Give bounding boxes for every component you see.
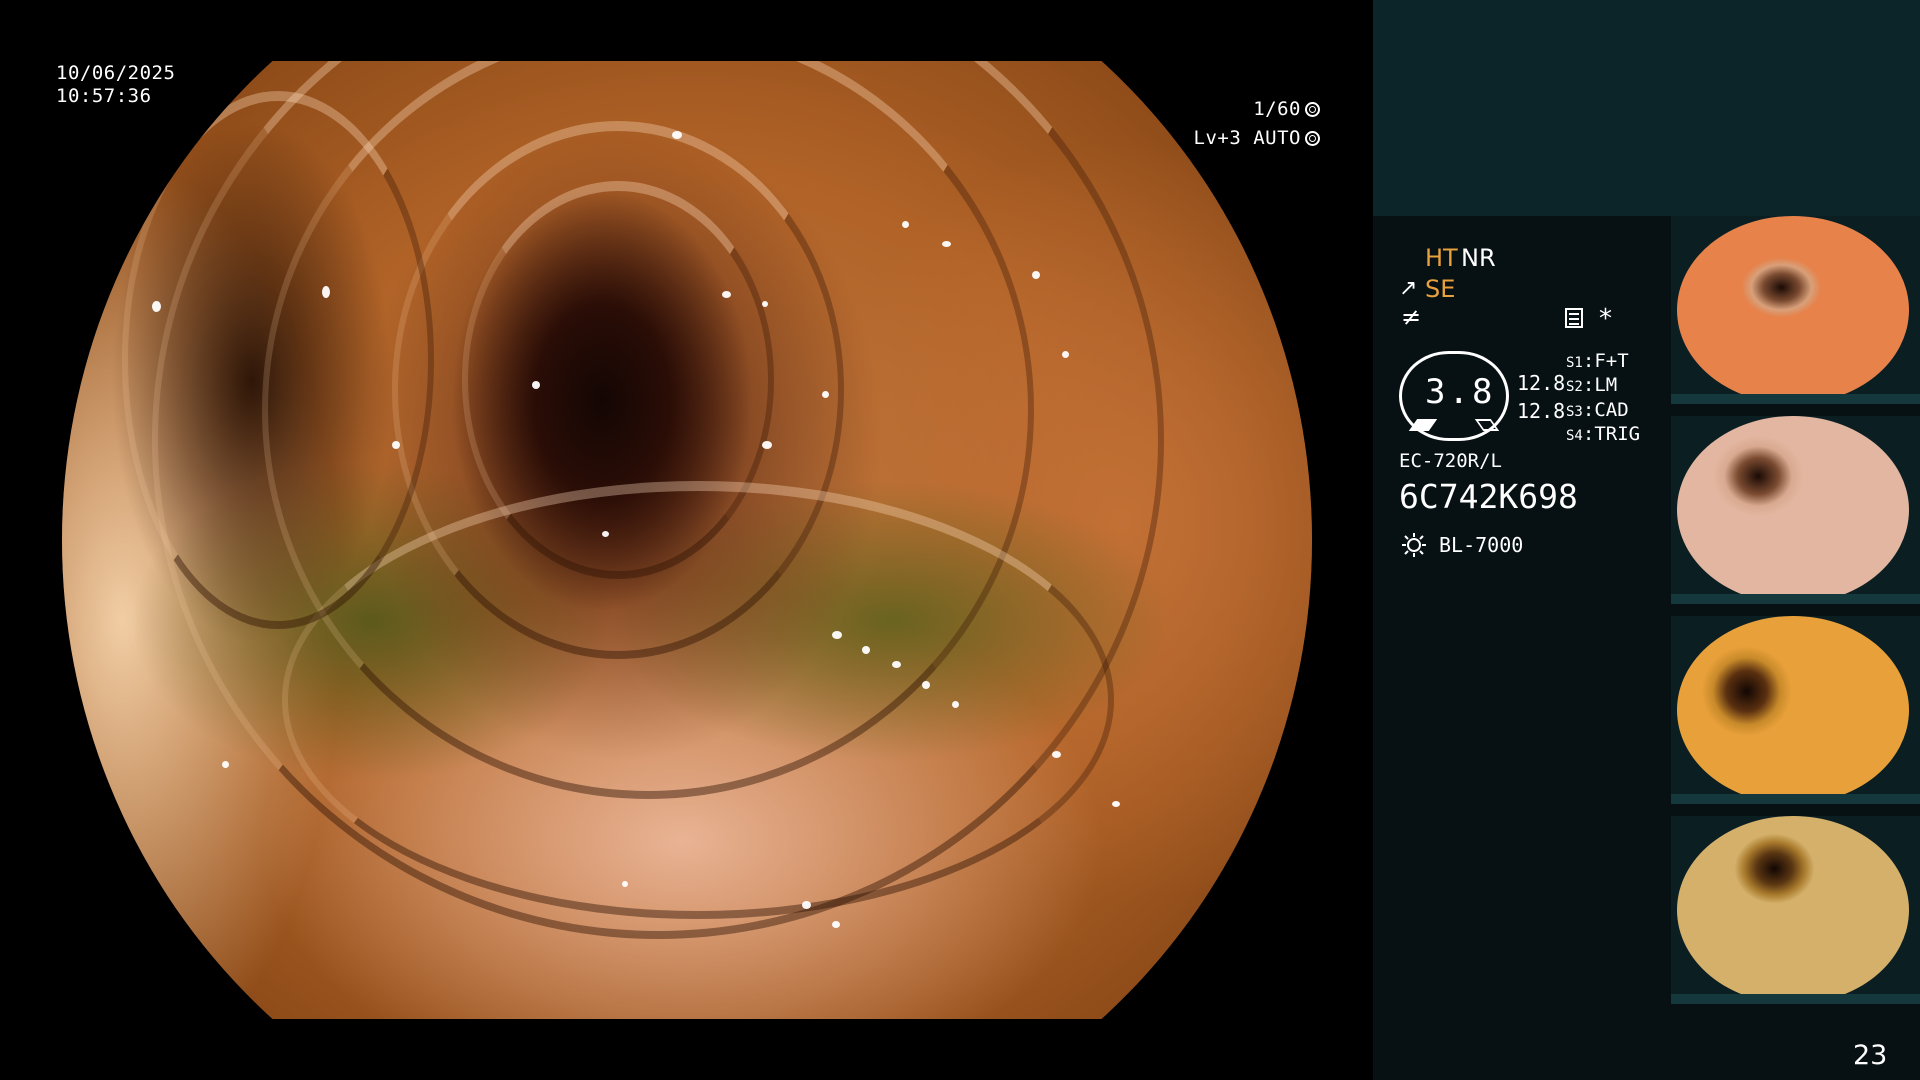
time-text: 10:57:36: [56, 85, 152, 107]
mucosal-fold: [122, 91, 434, 629]
datetime-readout: 10/06/2025 10:57:36: [56, 62, 175, 108]
light-reflection: [532, 381, 540, 389]
light-reflection: [152, 301, 161, 312]
iris-icon: [1305, 131, 1320, 146]
slot-key: S3: [1566, 404, 1583, 420]
light-reflection: [622, 881, 628, 887]
light-reflection: [222, 761, 229, 768]
light-reflection: [942, 241, 951, 247]
light-reflection: [902, 221, 909, 228]
capture-thumbnail[interactable]: [1671, 816, 1920, 1004]
endoscope-main-view: [62, 61, 1312, 1019]
enhancement-icon: ↗: [1399, 276, 1418, 301]
thumbnail-image: [1677, 216, 1909, 404]
page-number: 23: [1853, 1040, 1888, 1071]
light-reflection: [922, 681, 930, 689]
light-reflection: [832, 631, 842, 639]
light-reflection: [1112, 801, 1120, 807]
light-source-icon: [1402, 533, 1426, 557]
gauge-value-a: 12.8: [1517, 371, 1566, 395]
slot-key: S1: [1566, 355, 1583, 371]
scope-model: EC-720R/L: [1399, 450, 1502, 472]
slot-s1: S1:F+T: [1566, 350, 1629, 372]
light-reflection: [832, 921, 840, 928]
capture-thumbnail[interactable]: [1671, 216, 1920, 404]
light-reflection: [762, 301, 768, 307]
shutter-icon: [1305, 102, 1320, 117]
se-indicator: SE: [1425, 275, 1456, 303]
panel-header-area: [1373, 0, 1920, 216]
slot-key: S2: [1566, 379, 1583, 395]
scope-serial: 6C742K698: [1399, 477, 1578, 516]
capture-thumbnail[interactable]: [1671, 416, 1920, 604]
thumbnail-image: [1677, 616, 1909, 804]
light-reflection: [672, 131, 682, 139]
light-source-label: BL-7000: [1439, 533, 1524, 557]
light-reflection: [322, 286, 330, 298]
nr-indicator: NR: [1461, 244, 1496, 272]
thumbnail-image: [1677, 416, 1909, 604]
date-text: 10/06/2025: [56, 62, 176, 84]
slot-key: S4: [1566, 428, 1583, 444]
freeze-icon: ≠: [1401, 303, 1422, 331]
light-reflection: [802, 901, 811, 909]
mucosal-fold: [282, 481, 1114, 919]
slot-s4: S4:TRIG: [1566, 423, 1641, 445]
thumbnail-bar: [1671, 994, 1920, 1004]
ht-indicator: HT: [1425, 244, 1458, 272]
light-reflection: [822, 391, 829, 398]
light-reflection: [1032, 271, 1040, 279]
light-reflection: [1062, 351, 1069, 358]
thumbnail-bar: [1671, 794, 1920, 804]
capture-thumbnail[interactable]: [1671, 616, 1920, 804]
shutter-text: 1/60: [1253, 98, 1301, 120]
slot-value: LM: [1594, 374, 1618, 396]
light-reflection: [862, 646, 870, 654]
light-reflection: [892, 661, 901, 668]
light-reflection: [392, 441, 400, 449]
thumbnail-bar: [1671, 594, 1920, 604]
thumbnail-image: [1677, 816, 1909, 1004]
level-readout: Lv+3 AUTO: [1194, 127, 1320, 150]
slot-value: TRIG: [1594, 423, 1641, 445]
light-reflection: [952, 701, 959, 708]
thumbnail-bar: [1671, 394, 1920, 404]
light-reflection: [602, 531, 609, 537]
slot-s3: S3:CAD: [1566, 399, 1629, 421]
gauge-value: 3.8: [1425, 372, 1496, 412]
slot-value: F+T: [1594, 350, 1629, 372]
shutter-readout: 1/60: [1253, 98, 1320, 121]
settings-list-icon: [1565, 308, 1583, 328]
slot-s2: S2:LM: [1566, 374, 1618, 396]
asterisk-indicator: *: [1599, 304, 1612, 334]
gauge-value-b: 12.8: [1517, 399, 1566, 423]
slot-value: CAD: [1594, 399, 1629, 421]
level-text: Lv+3 AUTO: [1193, 127, 1301, 149]
light-reflection: [762, 441, 772, 449]
light-reflection: [722, 291, 731, 298]
light-reflection: [1052, 751, 1061, 758]
